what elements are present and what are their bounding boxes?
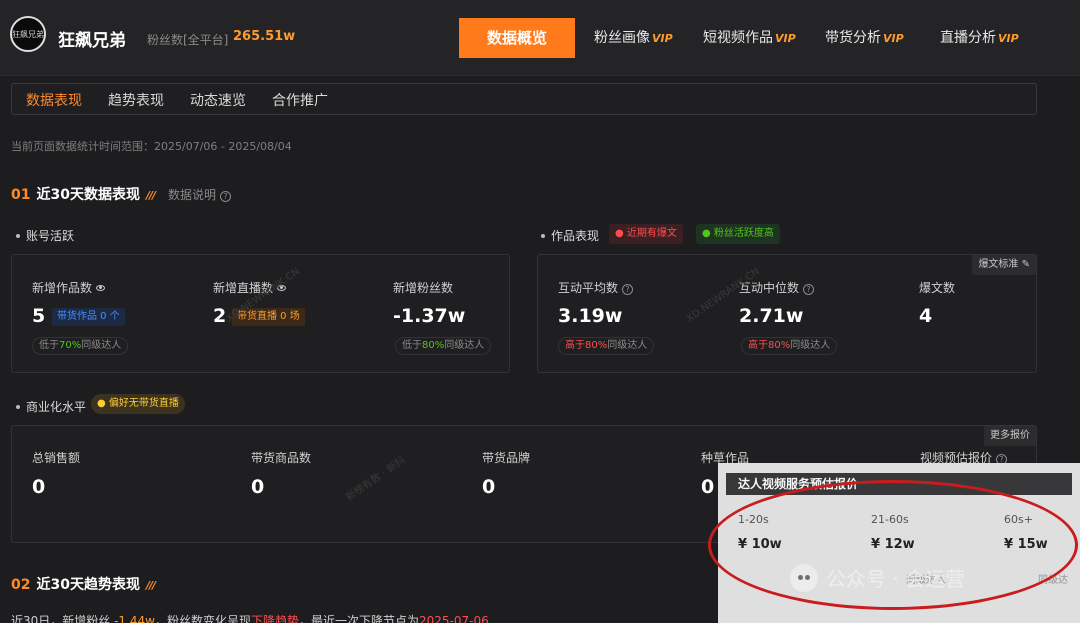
slash-decor-icon: ///: [145, 579, 156, 592]
account-active-heading: 账号活跃: [16, 227, 74, 244]
metric-value: 0: [701, 476, 715, 498]
trend-text: ，最近一次下降节点为: [299, 614, 420, 623]
section-title-text: 近30天趋势表现: [36, 577, 140, 593]
metric-label: 互动平均数?: [558, 279, 634, 296]
metric-value: 0: [32, 476, 46, 498]
section-title-trend: 02 近30天趋势表现 ///: [11, 574, 156, 594]
wechat-watermark: 公众号 · 会运营: [790, 563, 965, 592]
trend-value: -1.44w: [114, 614, 155, 623]
avatar-text: 狂飙兄弟: [12, 29, 44, 39]
nav-label: 粉丝画像: [594, 30, 650, 46]
works-card: 爆文标准 ✎ 互动平均数? 3.19w 高于80%同级达人 互动中位数? 2.7…: [537, 254, 1037, 373]
fan-activity-chip: ● 粉丝活跃度高: [696, 224, 780, 244]
nav-label: 数据概览: [486, 29, 547, 47]
data-note-text: 数据说明: [168, 188, 217, 202]
cmp-pct: 80%: [585, 340, 608, 351]
fan-activity-chip-text: 粉丝活跃度高: [713, 228, 774, 239]
metric-label: 新增作品数: [32, 279, 106, 296]
nav-fan-portrait[interactable]: 粉丝画像 VIP: [594, 18, 673, 58]
sub-tabs: 数据表现 趋势表现 动态速览 合作推广: [11, 83, 1037, 115]
fans-label: 粉丝数[全平台]: [147, 33, 229, 47]
avatar[interactable]: 狂飙兄弟: [10, 16, 46, 52]
metric-label: 爆文数: [919, 281, 956, 295]
metric-label: 总销售额: [32, 451, 81, 465]
comparison-badge: 高于80%同级达人: [741, 337, 838, 355]
tab-feed[interactable]: 动态速览: [190, 90, 246, 110]
metric-label-text: 新增作品数: [32, 281, 93, 295]
tab-cooperation[interactable]: 合作推广: [272, 90, 328, 110]
slash-decor-icon: ///: [145, 189, 156, 202]
cmp-pre: 高于: [748, 340, 768, 351]
date-range: 当前页面数据统计时间范围：2025/07/06 - 2025/08/04: [11, 140, 292, 153]
metric-label: 带货品牌: [482, 451, 531, 465]
section-title-30d: 01 近30天数据表现 ///: [11, 184, 156, 204]
viral-chip: ● 近期有爆文: [609, 224, 683, 244]
metric-value: 3.19w: [558, 305, 623, 327]
cmp-pre: 低于: [402, 340, 422, 351]
trend-value: 下降趋势: [250, 614, 299, 623]
section-title-text: 近30天数据表现: [36, 187, 140, 203]
nav-data-overview[interactable]: 数据概览: [459, 18, 575, 58]
question-icon[interactable]: ?: [622, 284, 634, 295]
nav-label: 直播分析: [940, 30, 996, 46]
goods-video-tag: 带货作品 0 个: [52, 308, 125, 326]
trend-text: ，粉丝数变化呈现: [154, 614, 251, 623]
cmp-post: 同级达人: [607, 340, 648, 351]
cmp-pre: 低于: [39, 340, 59, 351]
section-number: 02: [11, 577, 31, 593]
viral-chip-text: 近期有爆文: [626, 228, 677, 239]
metric-label: 新增粉丝数: [393, 281, 454, 295]
more-quotes-button[interactable]: 更多报价: [984, 426, 1036, 446]
trend-text: 近30日，新增粉丝: [11, 614, 115, 623]
cmp-post: 同级达人: [81, 340, 122, 351]
tab-trend[interactable]: 趋势表现: [108, 90, 164, 110]
viral-standard-text: 爆文标准: [978, 259, 1019, 270]
commerce-pref-text: 偏好无带货直播: [108, 398, 179, 409]
works-heading: 作品表现: [541, 227, 599, 244]
vip-badge: VIP: [775, 32, 796, 45]
data-note-link[interactable]: 数据说明?: [168, 186, 232, 203]
cmp-post: 同级达人: [444, 340, 485, 351]
cmp-post: 同级达人: [790, 340, 831, 351]
metric-label-text: 互动平均数: [558, 281, 619, 295]
watermark-text: 公众号 · 会运营: [826, 567, 966, 591]
nav-label: 短视频作品: [703, 30, 773, 46]
trend-value: 2025-07-06: [419, 614, 489, 623]
account-name: 狂飙兄弟: [58, 31, 126, 51]
top-bar: 狂飙兄弟 狂飙兄弟 粉丝数[全平台] 265.51w 数据概览 粉丝画像 VIP …: [0, 0, 1080, 76]
nav-live-analysis[interactable]: 直播分析 VIP: [940, 18, 1019, 58]
metric-value: 5: [32, 305, 46, 327]
commerce-heading: 商业化水平: [16, 398, 86, 415]
cmp-pct: 80%: [422, 340, 445, 351]
trend-summary: 近30日，新增粉丝 -1.44w，粉丝数变化呈现下降趋势，最近一次下降节点为20…: [11, 612, 489, 623]
vip-badge: VIP: [998, 32, 1019, 45]
vip-badge: VIP: [652, 32, 673, 45]
metric-value: 2.71w: [739, 305, 804, 327]
comparison-badge: 高于80%同级达人: [558, 337, 655, 355]
comparison-badge: 低于70%同级达人: [32, 337, 129, 355]
metric-label: 带货商品数: [251, 451, 312, 465]
metric-value: 4: [919, 305, 933, 327]
question-icon[interactable]: ?: [803, 284, 815, 295]
nav-short-video[interactable]: 短视频作品 VIP: [703, 18, 796, 58]
wechat-icon: [790, 564, 818, 592]
viral-standard-button[interactable]: 爆文标准 ✎: [972, 255, 1036, 275]
vip-badge: VIP: [883, 32, 904, 45]
nav-label: 带货分析: [825, 30, 881, 46]
tab-data-performance[interactable]: 数据表现: [26, 90, 82, 110]
cmp-pre: 高于: [565, 340, 585, 351]
cmp-pct: 80%: [768, 340, 791, 351]
metric-value: 0: [251, 476, 265, 498]
eye-icon[interactable]: [96, 285, 106, 291]
account-active-card: 新增作品数 5 带货作品 0 个 低于70%同级达人 新增直播数 2 带货直播 …: [11, 254, 510, 373]
fans-value: 265.51w: [233, 29, 296, 44]
metric-value: -1.37w: [393, 305, 466, 327]
question-icon: ?: [220, 191, 232, 202]
section-number: 01: [11, 187, 31, 203]
cmp-pct: 70%: [59, 340, 82, 351]
nav-commerce-analysis[interactable]: 带货分析 VIP: [825, 18, 904, 58]
comparison-badge: 低于80%同级达人: [395, 337, 492, 355]
commerce-pref-chip: ● 偏好无带货直播: [91, 394, 185, 414]
metric-value: 0: [482, 476, 496, 498]
